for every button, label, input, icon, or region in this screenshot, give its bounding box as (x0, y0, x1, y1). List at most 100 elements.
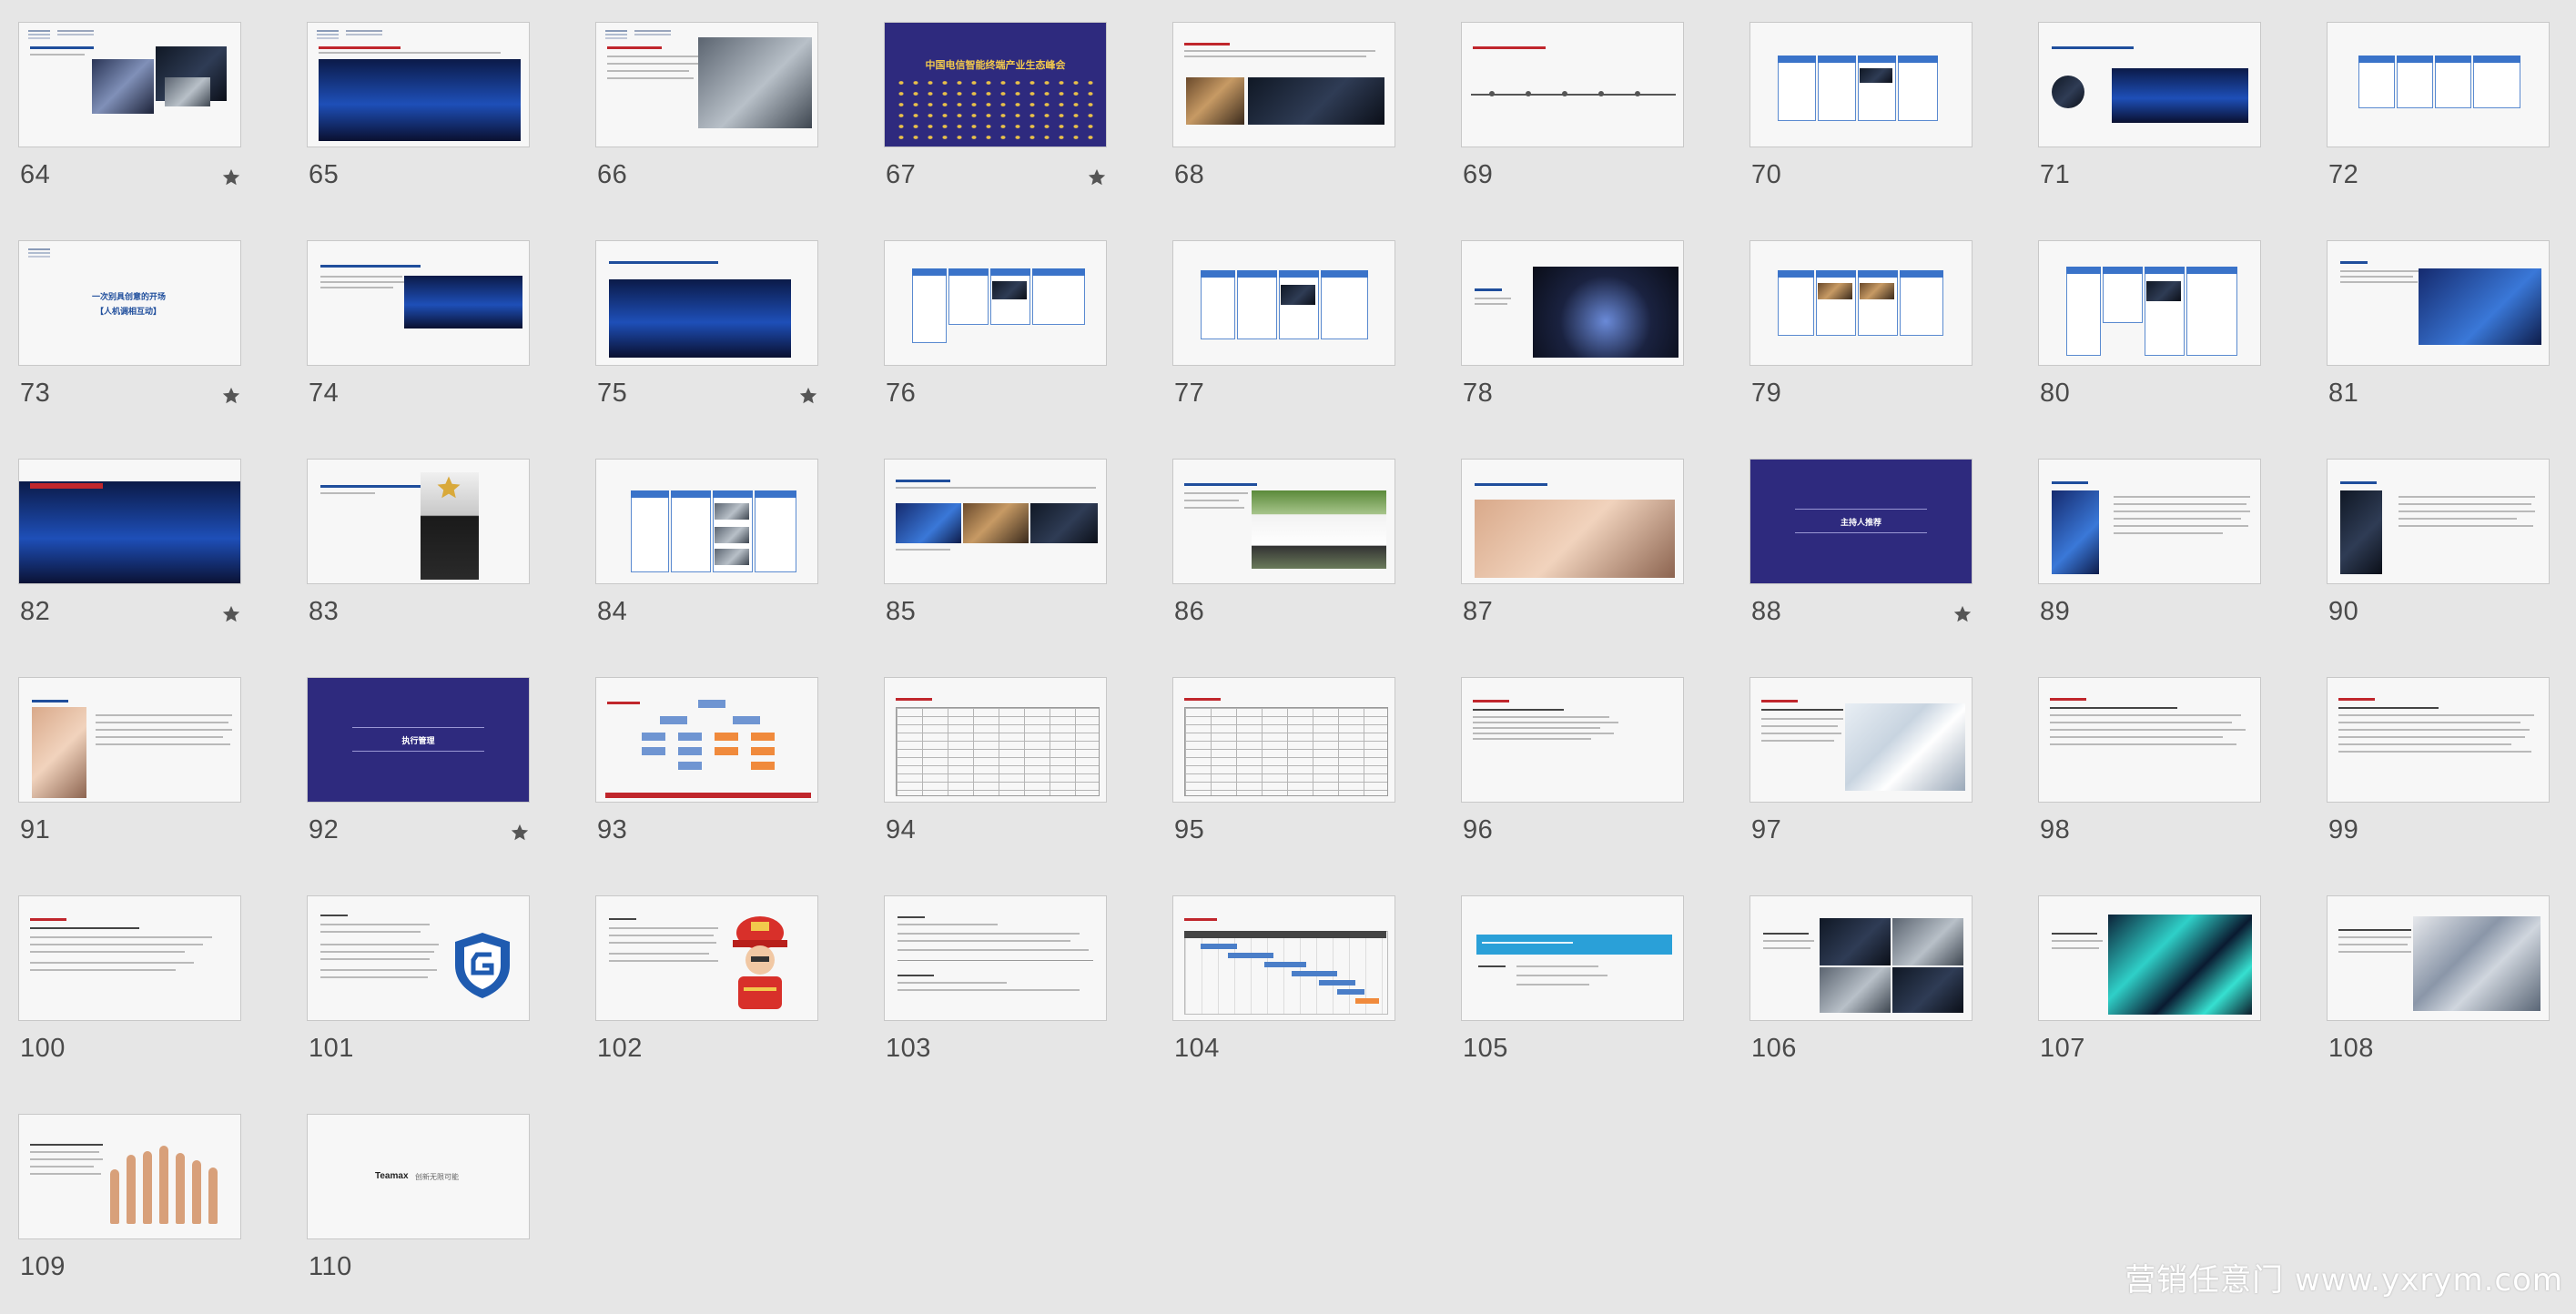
slide-104[interactable]: 104 (1172, 895, 1395, 1096)
slide-86[interactable]: 86 (1172, 459, 1395, 659)
slide-thumbnail[interactable] (18, 459, 241, 584)
slide-number: 72 (2328, 160, 2359, 189)
slide-85[interactable]: 85 (884, 459, 1107, 659)
slide-82[interactable]: 82 (18, 459, 241, 659)
slide-thumbnail[interactable] (307, 22, 530, 147)
slide-68[interactable]: 68 (1172, 22, 1395, 222)
slide-75[interactable]: 75 (595, 240, 818, 440)
slide-72[interactable]: 72 (2327, 22, 2550, 222)
slide-thumbnail[interactable] (307, 895, 530, 1021)
slide-thumb-title: 中国电信智能终端产业生态峰会 (925, 60, 1066, 71)
slide-thumbnail[interactable]: 主持人推荐 (1749, 459, 1973, 584)
slide-thumbnail[interactable] (1461, 677, 1684, 803)
slide-98[interactable]: 98 (2038, 677, 2261, 877)
slide-thumbnail[interactable] (1461, 895, 1684, 1021)
slide-thumbnail[interactable] (2327, 459, 2550, 584)
slide-thumbnail[interactable] (2327, 22, 2550, 147)
slide-thumbnail[interactable] (884, 677, 1107, 803)
slide-thumbnail[interactable] (2038, 895, 2261, 1021)
slide-thumbnail[interactable] (884, 240, 1107, 366)
slide-64[interactable]: 64 (18, 22, 241, 222)
slide-89[interactable]: 89 (2038, 459, 2261, 659)
slide-93[interactable]: 93 (595, 677, 818, 877)
slide-thumbnail[interactable]: Teamax 创新无限可能 (307, 1114, 530, 1239)
slide-thumbnail[interactable] (307, 240, 530, 366)
slide-97[interactable]: 97 (1749, 677, 1973, 877)
slide-thumbnail[interactable] (595, 22, 818, 147)
slide-number: 110 (309, 1252, 352, 1281)
slide-thumbnail[interactable] (1461, 459, 1684, 584)
slide-thumbnail[interactable] (1749, 677, 1973, 803)
slide-thumbnail[interactable] (2038, 677, 2261, 803)
slide-thumbnail[interactable] (1172, 22, 1395, 147)
slide-thumbnail[interactable] (307, 459, 530, 584)
slide-thumbnail[interactable] (18, 1114, 241, 1239)
slide-thumbnail[interactable] (2327, 895, 2550, 1021)
slide-thumbnail[interactable] (1749, 240, 1973, 366)
slide-76[interactable]: 76 (884, 240, 1107, 440)
slide-77[interactable]: 77 (1172, 240, 1395, 440)
slide-99[interactable]: 99 (2327, 677, 2550, 877)
slide-74[interactable]: 74 (307, 240, 530, 440)
slide-number: 71 (2040, 160, 2071, 189)
slide-92[interactable]: 执行管理 92 (307, 677, 530, 877)
slide-70[interactable]: 70 (1749, 22, 1973, 222)
slide-81[interactable]: 81 (2327, 240, 2550, 440)
slide-78[interactable]: 78 (1461, 240, 1684, 440)
slide-thumbnail[interactable] (595, 240, 818, 366)
slide-105[interactable]: 105 (1461, 895, 1684, 1096)
slide-107[interactable]: 107 (2038, 895, 2261, 1096)
slide-thumbnail[interactable] (2327, 240, 2550, 366)
slide-79[interactable]: 79 (1749, 240, 1973, 440)
slide-95[interactable]: 95 (1172, 677, 1395, 877)
slide-thumbnail[interactable] (595, 677, 818, 803)
slide-thumbnail[interactable]: 执行管理 (307, 677, 530, 803)
slide-thumbnail[interactable] (1172, 240, 1395, 366)
slide-109[interactable]: 109 (18, 1114, 241, 1314)
slide-84[interactable]: 84 (595, 459, 818, 659)
slide-88[interactable]: 主持人推荐 88 (1749, 459, 1973, 659)
slide-67[interactable]: 中国电信智能终端产业生态峰会 67 (884, 22, 1107, 222)
slide-thumbnail[interactable] (1749, 895, 1973, 1021)
slide-thumbnail[interactable] (595, 895, 818, 1021)
slide-80[interactable]: 80 (2038, 240, 2261, 440)
slide-thumbnail[interactable] (1461, 240, 1684, 366)
slide-thumbnail[interactable] (2327, 677, 2550, 803)
slide-103[interactable]: 103 (884, 895, 1107, 1096)
slide-thumbnail[interactable] (2038, 459, 2261, 584)
slide-thumbnail[interactable]: 中国电信智能终端产业生态峰会 (884, 22, 1107, 147)
slide-83[interactable]: 83 (307, 459, 530, 659)
slide-102[interactable]: 102 (595, 895, 818, 1096)
slide-thumb-title: 执行管理 (401, 736, 435, 745)
slide-thumbnail[interactable] (884, 895, 1107, 1021)
slide-thumbnail[interactable] (2038, 22, 2261, 147)
slide-thumbnail[interactable] (1172, 895, 1395, 1021)
slide-thumbnail[interactable] (1172, 677, 1395, 803)
slide-thumbnail[interactable] (595, 459, 818, 584)
slide-thumbnail[interactable] (1172, 459, 1395, 584)
slide-thumbnail[interactable] (18, 895, 241, 1021)
slide-thumbnail[interactable] (884, 459, 1107, 584)
slide-thumbnail[interactable] (1461, 22, 1684, 147)
slide-71[interactable]: 71 (2038, 22, 2261, 222)
slide-94[interactable]: 94 (884, 677, 1107, 877)
slide-101[interactable]: 101 (307, 895, 530, 1096)
slide-69[interactable]: 69 (1461, 22, 1684, 222)
slide-106[interactable]: 106 (1749, 895, 1973, 1096)
slide-90[interactable]: 90 (2327, 459, 2550, 659)
slide-thumbnail[interactable] (1749, 22, 1973, 147)
slide-110[interactable]: Teamax 创新无限可能 110 (307, 1114, 530, 1314)
slide-thumbnail[interactable] (18, 22, 241, 147)
slide-thumbnail[interactable]: 一次别具创意的开场 【人机调相互动】 (18, 240, 241, 366)
slide-96[interactable]: 96 (1461, 677, 1684, 877)
slide-108[interactable]: 108 (2327, 895, 2550, 1096)
slide-65[interactable]: 65 (307, 22, 530, 222)
slide-thumbnail[interactable] (18, 677, 241, 803)
slide-91[interactable]: 91 (18, 677, 241, 877)
slide-100[interactable]: 100 (18, 895, 241, 1096)
slide-73[interactable]: 一次别具创意的开场 【人机调相互动】 73 (18, 240, 241, 440)
slide-66[interactable]: 66 (595, 22, 818, 222)
slide-87[interactable]: 87 (1461, 459, 1684, 659)
slide-number: 66 (597, 160, 628, 189)
slide-thumbnail[interactable] (2038, 240, 2261, 366)
